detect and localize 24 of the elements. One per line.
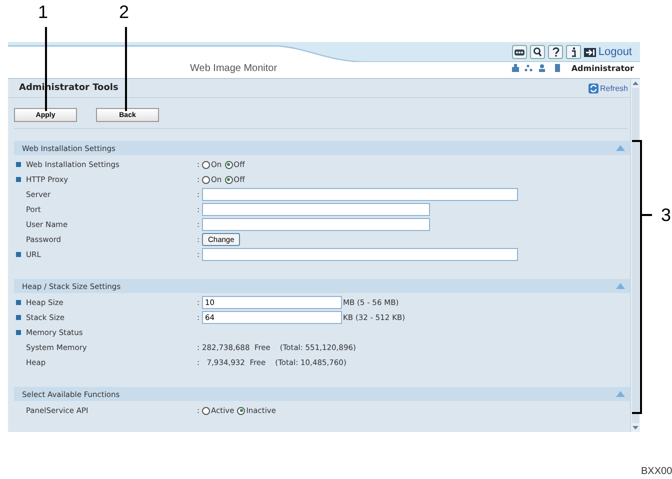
- callout-number: 2: [119, 2, 130, 23]
- scroll-up-icon[interactable]: [632, 79, 639, 88]
- figure-id: BXX00: [641, 466, 672, 477]
- collapse-arrow-icon: [616, 145, 625, 151]
- refresh-link[interactable]: Refresh: [588, 82, 628, 94]
- scroll-down-icon[interactable]: [632, 423, 639, 432]
- scrollbar[interactable]: [630, 79, 640, 432]
- input-field[interactable]: [202, 188, 518, 201]
- input-field[interactable]: [202, 218, 430, 231]
- keyboard-icon[interactable]: [512, 45, 528, 59]
- search-icon[interactable]: [530, 45, 546, 59]
- user-name: Administrator: [571, 64, 634, 72]
- collapse-arrow-icon: [616, 283, 625, 289]
- status-icons-drawing: [512, 64, 562, 72]
- callout-number: 3: [661, 205, 672, 226]
- logout-link[interactable]: Logout: [584, 46, 632, 58]
- collapse-arrow-icon: [616, 391, 625, 397]
- help-icon[interactable]: [548, 45, 564, 59]
- refresh-icon: [588, 82, 599, 94]
- input-field[interactable]: [202, 248, 518, 261]
- callout-number: 1: [38, 2, 48, 23]
- app-title: Web Image Monitor: [190, 62, 278, 74]
- info-icon[interactable]: [566, 45, 582, 59]
- input-field[interactable]: [202, 203, 430, 216]
